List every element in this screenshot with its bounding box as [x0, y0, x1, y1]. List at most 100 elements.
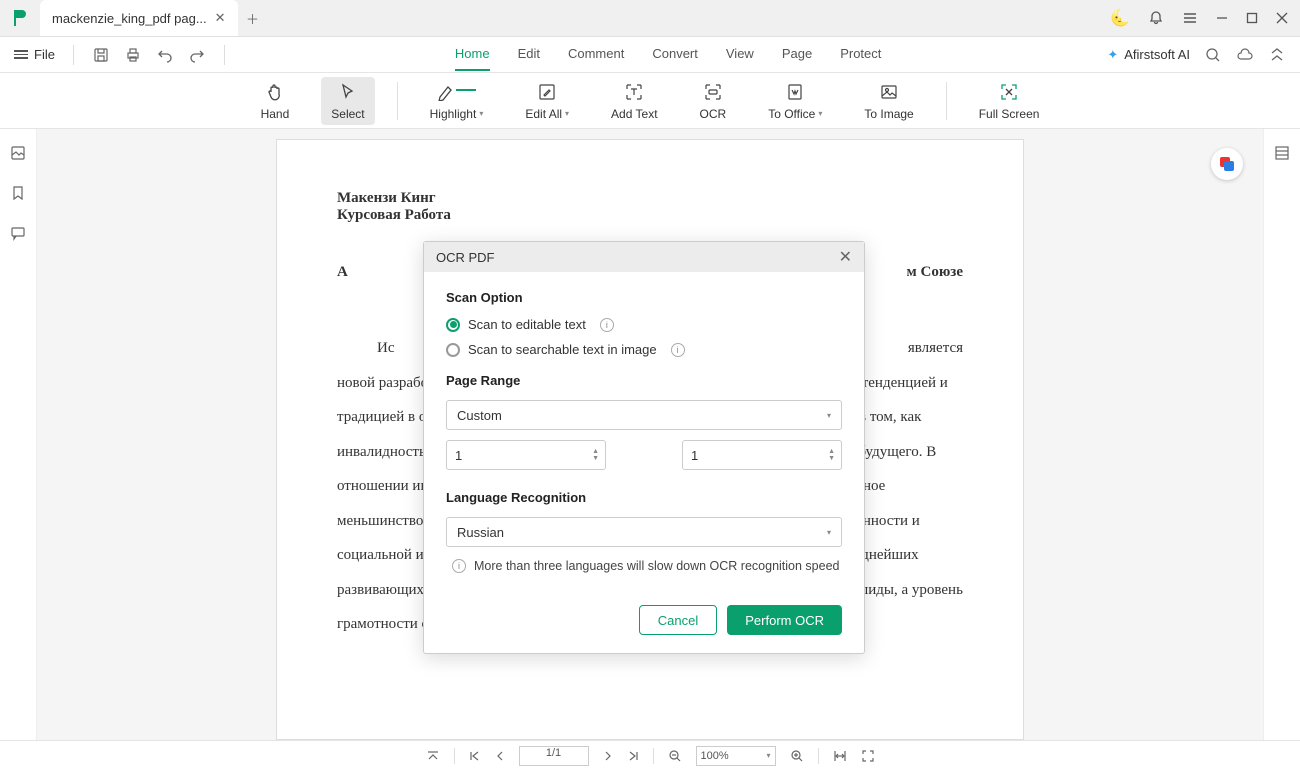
next-page-icon[interactable] — [603, 750, 613, 762]
tool-hand[interactable]: Hand — [251, 77, 300, 125]
spinner-arrows[interactable]: ▲▼ — [592, 448, 599, 462]
ai-button[interactable]: ✦ Afirstsoft AI — [1107, 47, 1190, 63]
radio-label: Scan to editable text — [468, 317, 586, 332]
dialog-body: Scan Option Scan to editable text i Scan… — [424, 272, 864, 591]
range-from-input[interactable]: 1 ▲▼ — [446, 440, 606, 470]
tool-highlight[interactable]: Highlight▾ — [420, 77, 494, 125]
hamburger-icon — [14, 50, 28, 59]
tool-fullscreen[interactable]: Full Screen — [969, 77, 1050, 125]
range-to-input[interactable]: 1 ▲▼ — [682, 440, 842, 470]
right-rail — [1263, 129, 1300, 740]
range-row: 1 ▲▼ 1 ▲▼ — [446, 440, 842, 470]
dialog-close-icon[interactable]: ✕ — [839, 247, 852, 267]
file-menu[interactable]: File — [14, 47, 55, 62]
prev-page-icon[interactable] — [495, 750, 505, 762]
info-icon[interactable]: i — [671, 343, 685, 357]
dialog-header[interactable]: OCR PDF ✕ — [424, 242, 864, 272]
spinner-arrows[interactable]: ▲▼ — [828, 448, 835, 462]
fullscreen-icon — [999, 81, 1019, 103]
close-window-icon[interactable] — [1276, 12, 1288, 24]
author-line1: Макензи Кинг — [337, 190, 963, 207]
zoom-select[interactable]: 100%▾ — [696, 746, 776, 766]
tool-edit-all[interactable]: Edit All▾ — [515, 77, 579, 125]
print-icon[interactable] — [124, 46, 142, 64]
separator — [653, 748, 654, 764]
menubar-left: File — [14, 45, 229, 65]
caret-icon: ▾ — [827, 411, 831, 420]
menubar: File Home Edit Comment Convert View Page… — [0, 37, 1300, 73]
select-value: Custom — [457, 408, 502, 423]
first-page-icon[interactable] — [469, 750, 481, 762]
fit-width-icon[interactable] — [833, 749, 847, 763]
zoom-in-icon[interactable] — [790, 749, 804, 763]
tool-add-text[interactable]: Add Text — [601, 77, 667, 125]
tool-select[interactable]: Select — [321, 77, 374, 125]
hand-icon — [265, 81, 285, 103]
tab-edit[interactable]: Edit — [518, 38, 540, 71]
cancel-button[interactable]: Cancel — [639, 605, 717, 635]
separator — [454, 748, 455, 764]
thumbnails-icon[interactable] — [10, 145, 26, 161]
dialog-footer: Cancel Perform OCR — [424, 591, 864, 653]
spinner-value: 1 — [691, 448, 698, 463]
scan-option-label: Scan Option — [446, 290, 842, 305]
page-range-select[interactable]: Custom ▾ — [446, 400, 842, 430]
radio-icon — [446, 318, 460, 332]
language-select[interactable]: Russian ▾ — [446, 517, 842, 547]
ai-label: Afirstsoft AI — [1124, 47, 1190, 62]
add-tab-button[interactable]: ＋ — [238, 9, 268, 28]
tool-label: OCR — [700, 107, 727, 121]
maximize-icon[interactable] — [1246, 12, 1258, 24]
titlebar: mackenzie_king_pdf pag... ✕ ＋ 🌜 — [0, 0, 1300, 37]
search-icon[interactable] — [1204, 46, 1222, 64]
zoom-out-icon[interactable] — [668, 749, 682, 763]
menu-icon[interactable] — [1182, 10, 1198, 26]
radio-searchable[interactable]: Scan to searchable text in image i — [446, 342, 842, 357]
properties-icon[interactable] — [1274, 145, 1290, 161]
scroll-top-icon[interactable] — [426, 749, 440, 763]
convert-badge[interactable] — [1211, 148, 1243, 180]
select-value: Russian — [457, 525, 504, 540]
bookmark-icon[interactable] — [11, 185, 25, 201]
collapse-icon[interactable] — [1268, 46, 1286, 64]
tool-ocr[interactable]: OCR — [690, 77, 737, 125]
cloud-icon[interactable] — [1236, 46, 1254, 64]
tool-to-office[interactable]: To Office▾ — [758, 77, 832, 125]
tab-convert[interactable]: Convert — [652, 38, 698, 71]
page-input[interactable]: 1/1 — [519, 746, 589, 766]
caret-icon: ▾ — [827, 528, 831, 537]
app-logo — [0, 0, 40, 36]
tool-label: Highlight▾ — [430, 107, 484, 121]
minimize-icon[interactable] — [1216, 12, 1228, 24]
last-page-icon[interactable] — [627, 750, 639, 762]
tool-label: Edit All▾ — [525, 107, 569, 121]
tool-label: To Image — [864, 107, 913, 121]
save-icon[interactable] — [92, 46, 110, 64]
tab-page[interactable]: Page — [782, 38, 812, 71]
separator — [818, 748, 819, 764]
left-rail — [0, 129, 37, 740]
perform-ocr-button[interactable]: Perform OCR — [727, 605, 842, 635]
tool-to-image[interactable]: To Image — [854, 77, 923, 125]
menubar-right: ✦ Afirstsoft AI — [1107, 46, 1286, 64]
radio-editable[interactable]: Scan to editable text i — [446, 317, 842, 332]
undo-icon[interactable] — [156, 46, 174, 64]
tab-view[interactable]: View — [726, 38, 754, 71]
tool-label: To Office▾ — [768, 107, 822, 121]
tool-label: Select — [331, 107, 364, 121]
document-tab[interactable]: mackenzie_king_pdf pag... ✕ — [40, 0, 238, 36]
comments-icon[interactable] — [10, 225, 26, 241]
tab-protect[interactable]: Protect — [840, 38, 881, 71]
fit-page-icon[interactable] — [861, 749, 875, 763]
ocr-icon — [703, 81, 723, 103]
theme-icon[interactable]: 🌜 — [1110, 8, 1130, 28]
redo-icon[interactable] — [188, 46, 206, 64]
close-tab-icon[interactable]: ✕ — [215, 10, 226, 26]
tab-comment[interactable]: Comment — [568, 38, 624, 71]
tab-home[interactable]: Home — [455, 38, 490, 71]
hint-row: i More than three languages will slow do… — [446, 559, 842, 573]
tool-label: Add Text — [611, 107, 657, 121]
bell-icon[interactable] — [1148, 10, 1164, 26]
info-icon[interactable]: i — [600, 318, 614, 332]
tool-label: Hand — [261, 107, 290, 121]
